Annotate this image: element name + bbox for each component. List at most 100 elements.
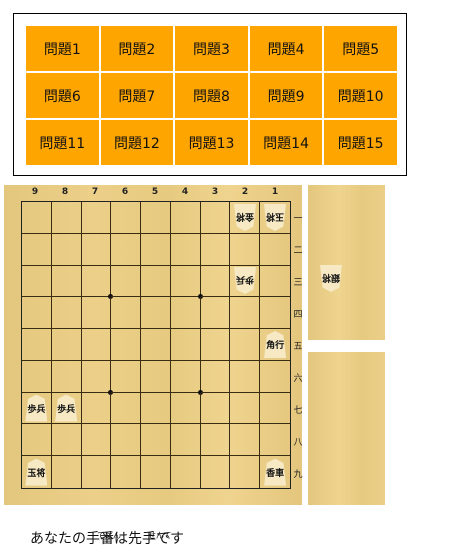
board-square[interactable] bbox=[230, 233, 261, 266]
problem-button-13[interactable]: 問題13 bbox=[175, 120, 248, 165]
problem-button-1[interactable]: 問題1 bbox=[26, 26, 99, 71]
board-square[interactable] bbox=[260, 393, 290, 425]
problem-button-8[interactable]: 問題8 bbox=[175, 73, 248, 118]
board-square[interactable] bbox=[81, 265, 114, 300]
board-square[interactable] bbox=[141, 456, 171, 488]
board-square[interactable] bbox=[81, 233, 112, 266]
board-square[interactable]: 歩兵 bbox=[51, 392, 82, 425]
board-square[interactable] bbox=[201, 456, 231, 488]
board-square[interactable] bbox=[260, 266, 290, 298]
board-square[interactable] bbox=[51, 329, 82, 361]
board-square[interactable] bbox=[141, 424, 171, 457]
shogi-piece[interactable]: 銀将 bbox=[320, 265, 342, 292]
board-square[interactable] bbox=[170, 392, 201, 425]
problem-button-5[interactable]: 問題5 bbox=[324, 26, 397, 71]
problem-button-7[interactable]: 問題7 bbox=[100, 73, 174, 118]
board-square[interactable] bbox=[141, 392, 171, 425]
board-square[interactable] bbox=[170, 424, 201, 457]
board-square[interactable] bbox=[22, 202, 52, 234]
board-square[interactable] bbox=[200, 424, 231, 457]
board-square[interactable] bbox=[81, 424, 112, 457]
problem-button-14[interactable]: 問題14 bbox=[249, 120, 323, 165]
board-square[interactable] bbox=[141, 297, 171, 330]
problem-button-10[interactable]: 問題10 bbox=[324, 73, 397, 118]
shogi-piece[interactable]: 歩兵 bbox=[25, 394, 48, 422]
board-square[interactable] bbox=[170, 265, 203, 300]
board-square[interactable] bbox=[81, 202, 112, 234]
board-grid[interactable]: 金将 玉将 歩兵 角行 歩兵 歩兵 玉将 香車 bbox=[21, 201, 291, 489]
board-square[interactable] bbox=[81, 360, 114, 395]
problem-button-2[interactable]: 問題2 bbox=[100, 26, 174, 71]
board-square[interactable] bbox=[200, 329, 231, 361]
board-square[interactable] bbox=[51, 202, 82, 234]
board-square[interactable] bbox=[230, 297, 261, 330]
board-square[interactable] bbox=[230, 360, 261, 393]
board-square[interactable] bbox=[22, 265, 52, 298]
board-square[interactable] bbox=[170, 202, 201, 234]
board-square[interactable] bbox=[111, 265, 142, 298]
board-square[interactable] bbox=[111, 329, 142, 361]
board-square[interactable] bbox=[51, 297, 82, 330]
problem-button-6[interactable]: 問題6 bbox=[26, 73, 99, 118]
board-square[interactable] bbox=[170, 360, 203, 395]
shogi-piece[interactable]: 玉将 bbox=[264, 204, 286, 231]
board-square[interactable] bbox=[260, 297, 290, 330]
board-square[interactable] bbox=[52, 456, 82, 488]
board-square[interactable] bbox=[260, 234, 290, 266]
board-square[interactable] bbox=[81, 392, 112, 425]
board-square[interactable] bbox=[141, 329, 171, 361]
board-square[interactable] bbox=[230, 424, 261, 457]
board-square[interactable] bbox=[200, 360, 231, 393]
board-square[interactable] bbox=[260, 424, 290, 457]
board-square[interactable] bbox=[111, 360, 142, 393]
board-square[interactable] bbox=[230, 329, 261, 361]
problem-button-11[interactable]: 問題11 bbox=[26, 120, 99, 165]
board-square[interactable] bbox=[22, 424, 52, 457]
board-square[interactable] bbox=[200, 265, 231, 298]
shogi-piece[interactable]: 玉将 bbox=[25, 458, 48, 486]
board-square[interactable] bbox=[111, 456, 142, 488]
board-square[interactable] bbox=[230, 392, 261, 425]
board-square[interactable] bbox=[260, 361, 290, 393]
board-square[interactable] bbox=[170, 329, 201, 361]
board-square[interactable] bbox=[200, 233, 231, 266]
board-square[interactable]: 玉将 bbox=[260, 202, 290, 234]
board-square[interactable] bbox=[111, 233, 142, 266]
problem-button-12[interactable]: 問題12 bbox=[100, 120, 174, 165]
board-square[interactable] bbox=[200, 392, 231, 425]
board-square[interactable] bbox=[141, 265, 171, 298]
board-square[interactable] bbox=[111, 392, 142, 425]
board-square[interactable] bbox=[141, 233, 171, 266]
board-square[interactable]: 歩兵 bbox=[22, 392, 52, 425]
board-square[interactable] bbox=[171, 456, 201, 488]
board-square[interactable] bbox=[81, 329, 112, 361]
board-square[interactable] bbox=[51, 265, 82, 298]
board-square[interactable] bbox=[22, 329, 52, 361]
board-square[interactable] bbox=[51, 360, 82, 393]
board-square[interactable] bbox=[81, 297, 112, 330]
board-square[interactable] bbox=[51, 424, 82, 457]
board-square[interactable] bbox=[22, 297, 52, 330]
board-square[interactable]: 歩兵 bbox=[230, 265, 261, 298]
shogi-piece[interactable]: 香車 bbox=[264, 458, 287, 486]
board-square[interactable]: 玉将 bbox=[22, 456, 52, 488]
board-square[interactable] bbox=[200, 297, 231, 330]
board-square[interactable] bbox=[170, 297, 201, 330]
board-square[interactable] bbox=[111, 202, 142, 234]
board-square[interactable] bbox=[22, 360, 52, 393]
sente-piece-stand[interactable] bbox=[308, 352, 385, 505]
board-square[interactable]: 金将 bbox=[230, 202, 261, 234]
board-square[interactable] bbox=[22, 233, 52, 266]
board-square[interactable] bbox=[82, 456, 112, 488]
board-square[interactable] bbox=[141, 202, 171, 234]
problem-button-9[interactable]: 問題9 bbox=[249, 73, 323, 118]
gote-piece-stand[interactable]: 銀将 bbox=[308, 185, 385, 340]
board-square[interactable]: 香車 bbox=[260, 456, 290, 488]
board-square[interactable] bbox=[230, 456, 261, 488]
board-square[interactable] bbox=[111, 297, 142, 330]
problem-button-15[interactable]: 問題15 bbox=[324, 120, 397, 165]
shogi-piece[interactable]: 歩兵 bbox=[55, 394, 78, 422]
shogi-piece[interactable]: 金将 bbox=[234, 204, 256, 231]
problem-button-3[interactable]: 問題3 bbox=[175, 26, 248, 71]
board-square[interactable] bbox=[200, 202, 231, 234]
